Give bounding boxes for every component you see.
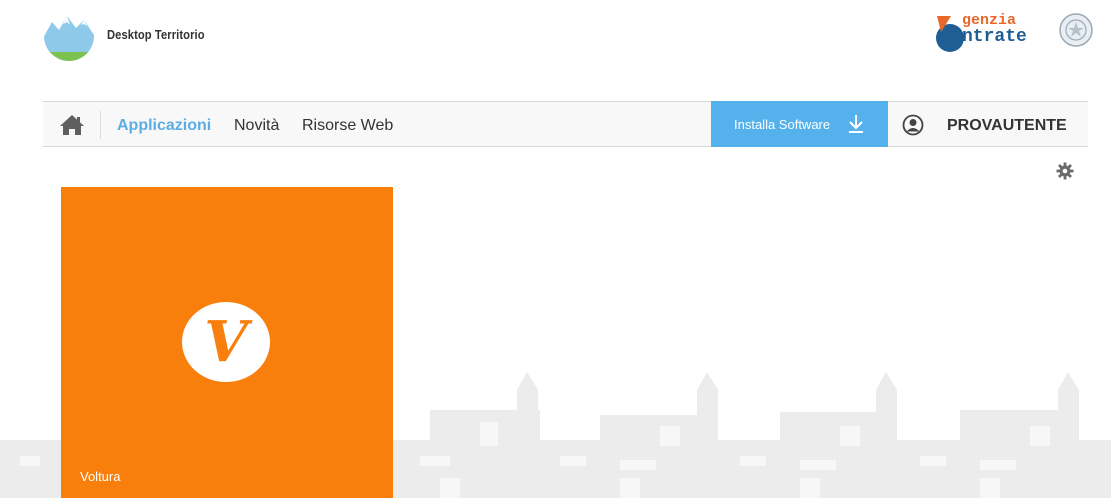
voltura-icon: V: [182, 302, 270, 382]
nav-item-applicazioni[interactable]: Applicazioni: [117, 117, 211, 135]
install-software-label: Installa Software: [734, 117, 831, 132]
nav-item-risorse-web[interactable]: Risorse Web: [302, 117, 393, 135]
install-software-button[interactable]: Installa Software: [711, 101, 888, 147]
nav-item-novita[interactable]: Novità: [234, 117, 279, 135]
app-tile-voltura[interactable]: V Voltura: [61, 187, 393, 498]
agency-text-line2: ntrate: [962, 27, 1027, 47]
user-circle-icon[interactable]: [902, 114, 924, 136]
app-logo: [44, 11, 94, 61]
tile-label: Voltura: [80, 469, 121, 484]
download-arrow-icon: [849, 115, 863, 133]
nav-separator: [100, 111, 101, 139]
home-icon[interactable]: [59, 114, 85, 136]
app-name: Desktop Territorio: [107, 27, 205, 42]
gear-icon[interactable]: [1056, 162, 1074, 180]
user-name[interactable]: PROVAUTENTE: [947, 117, 1067, 135]
voltura-icon-letter: V: [204, 309, 248, 375]
main-navbar: Applicazioni Novità Risorse Web Installa…: [43, 101, 1088, 147]
